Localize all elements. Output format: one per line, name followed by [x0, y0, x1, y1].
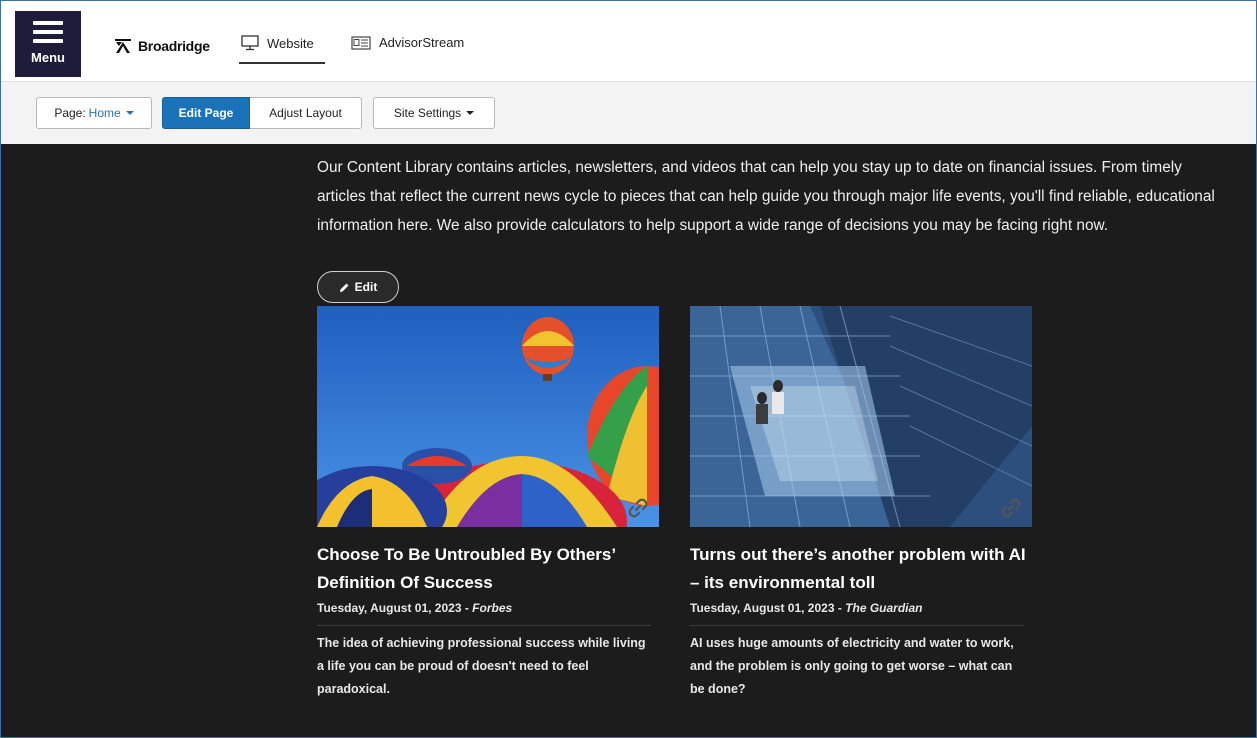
adjust-layout-button[interactable]: Adjust Layout [250, 97, 362, 129]
nav-website-label: Website [267, 35, 314, 51]
editor-toolbar: Page: Home Edit Page Adjust Layout Site … [1, 81, 1256, 144]
hamburger-icon [33, 21, 63, 48]
site-settings-label: Site Settings [393, 106, 462, 120]
site-settings-dropdown[interactable]: Site Settings [373, 97, 495, 129]
intro-paragraph: Our Content Library contains articles, n… [317, 159, 1215, 234]
meta-separator: - [461, 601, 473, 615]
page-content: Our Content Library contains articles, n… [1, 144, 1256, 737]
link-icon[interactable] [1000, 497, 1022, 519]
menu-button[interactable]: Menu [15, 11, 81, 77]
nav-advisorstream-label: AdvisorStream [379, 35, 465, 50]
article-meta: Tuesday, August 01, 2023 - Forbes [317, 599, 651, 626]
newspaper-icon [351, 35, 371, 50]
article-card[interactable]: Choose To Be Untroubled By Others’ Defin… [317, 306, 659, 701]
article-card[interactable]: Turns out there’s another problem with A… [690, 306, 1032, 701]
article-meta: Tuesday, August 01, 2023 - The Guardian [690, 599, 1024, 626]
meta-separator: - [834, 601, 846, 615]
monitor-icon [241, 35, 259, 51]
link-icon[interactable] [627, 497, 649, 519]
edit-page-button[interactable]: Edit Page [162, 97, 250, 129]
hot-air-balloons-image[interactable] [317, 306, 659, 527]
article-date: Tuesday, August 01, 2023 [317, 601, 462, 615]
nav-advisorstream[interactable]: AdvisorStream [351, 35, 464, 50]
brand-logo: Broadridge [114, 37, 210, 55]
article-source: Forbes [472, 601, 513, 615]
broadridge-logo-icon [115, 39, 131, 53]
article-source: The Guardian [845, 601, 923, 615]
page-select-dropdown[interactable]: Page: Home [36, 97, 152, 129]
article-description: The idea of achieving professional succe… [317, 636, 646, 696]
article-title[interactable]: Choose To Be Untroubled By Others’ Defin… [317, 541, 657, 597]
article-description: AI uses huge amounts of electricity and … [690, 636, 1014, 696]
brand-name: Broadridge [138, 38, 210, 54]
data-center-image[interactable] [690, 306, 1032, 527]
active-tab-indicator [239, 62, 325, 64]
top-bar: Menu Broadridge Website AdvisorStream [1, 1, 1256, 81]
caret-down-icon [466, 111, 475, 115]
edit-section-label: Edit [354, 280, 378, 294]
edit-section-button[interactable]: Edit [317, 271, 399, 303]
menu-label: Menu [31, 50, 65, 65]
app-window: Menu Broadridge Website AdvisorStream Pa… [0, 0, 1257, 738]
article-title[interactable]: Turns out there’s another problem with A… [690, 541, 1030, 597]
article-date: Tuesday, August 01, 2023 [690, 601, 835, 615]
nav-website[interactable]: Website [241, 35, 314, 51]
page-select-value: Home [88, 106, 121, 120]
caret-down-icon [125, 111, 134, 115]
edit-mode-toggle: Edit Page Adjust Layout [162, 97, 362, 129]
page-select-prefix: Page: [54, 106, 86, 120]
pencil-icon [339, 283, 349, 292]
